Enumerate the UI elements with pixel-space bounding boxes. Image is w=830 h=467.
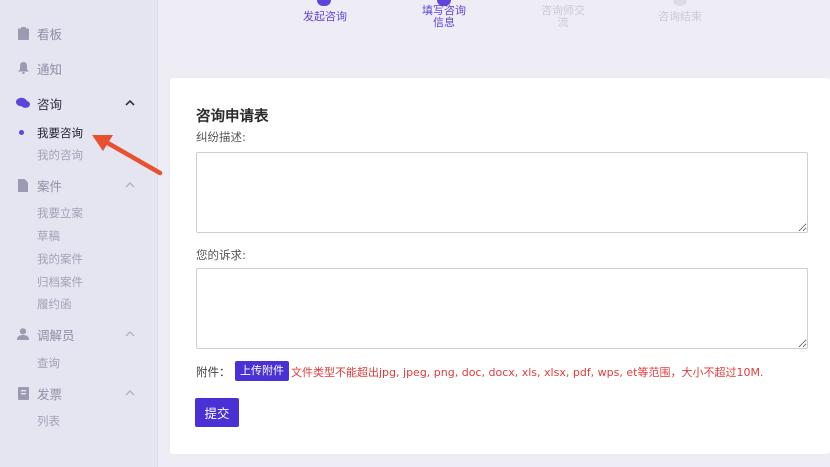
clipboard-icon <box>16 26 30 40</box>
sidebar-item-new-consult[interactable]: 我要咨询 <box>37 124 83 142</box>
form-title: 咨询申请表 <box>196 109 269 125</box>
sidebar-group-label: 发票 <box>37 386 63 402</box>
sidebar-item-drafts[interactable]: 草稿 <box>37 227 60 245</box>
step-fill-info: 填写咨询信息 <box>422 4 466 29</box>
consult-form-card: 咨询申请表 纠纷描述: 您的诉求: 附件： 上传附件 文件类型不能超出jpg, … <box>170 78 830 454</box>
sidebar: 看板 通知 咨询 我要咨询 我的咨询 案件 我要立案 草稿 我的案件 归档案件 … <box>0 0 158 467</box>
step-marker <box>317 0 331 6</box>
sidebar-group-consult[interactable]: 咨询 <box>0 92 158 114</box>
step-marker <box>673 0 687 6</box>
sidebar-item-archived-cases[interactable]: 归档案件 <box>37 273 83 291</box>
bell-icon <box>16 61 30 75</box>
upload-attachment-button[interactable]: 上传附件 <box>235 361 289 381</box>
step-start-consult: 发起咨询 <box>303 10 347 23</box>
sidebar-item-file-case[interactable]: 我要立案 <box>37 204 83 222</box>
document-icon <box>16 178 30 192</box>
sidebar-item-performance-letter[interactable]: 履约函 <box>37 295 72 313</box>
user-icon <box>16 327 30 341</box>
file-type-hint: 文件类型不能超出jpg, jpeg, png, doc, docx, xls, … <box>291 366 764 379</box>
chat-bubbles-icon <box>16 96 30 110</box>
dispute-label: 纠纷描述: <box>196 130 246 144</box>
sidebar-item-invoice-list[interactable]: 列表 <box>37 412 60 430</box>
chevron-up-icon[interactable] <box>124 328 136 340</box>
sidebar-group-mediators[interactable]: 调解员 <box>0 323 158 345</box>
chevron-up-icon[interactable] <box>124 179 136 191</box>
sidebar-group-dashboard[interactable]: 看板 <box>0 22 158 44</box>
sidebar-group-notifications[interactable]: 通知 <box>0 57 158 79</box>
sidebar-group-label: 看板 <box>37 26 63 42</box>
receipt-icon <box>16 386 30 400</box>
claim-textarea[interactable] <box>196 268 808 349</box>
sidebar-group-label: 咨询 <box>37 96 63 112</box>
dispute-description-textarea[interactable] <box>196 152 808 233</box>
claim-label: 您的诉求: <box>196 248 246 262</box>
current-item-dot <box>19 130 24 135</box>
sidebar-group-label: 通知 <box>37 61 63 77</box>
sidebar-group-invoices[interactable]: 发票 <box>0 382 158 404</box>
annotation-arrow-icon <box>92 135 163 176</box>
sidebar-group-label: 调解员 <box>37 327 75 343</box>
chevron-up-icon[interactable] <box>124 97 136 109</box>
sidebar-item-my-consults[interactable]: 我的咨询 <box>37 146 83 164</box>
sidebar-item-search[interactable]: 查询 <box>37 354 60 372</box>
chevron-up-icon[interactable] <box>124 387 136 399</box>
attachment-label: 附件： <box>196 365 231 379</box>
progress-steps: 发起咨询 填写咨询信息 咨询师交流 咨询结束 <box>158 0 830 78</box>
submit-button[interactable]: 提交 <box>195 398 239 427</box>
step-consult-end: 咨询结束 <box>658 10 702 23</box>
sidebar-item-my-cases[interactable]: 我的案件 <box>37 250 83 268</box>
step-counselor-chat: 咨询师交流 <box>541 4 585 29</box>
sidebar-group-label: 案件 <box>37 178 63 194</box>
